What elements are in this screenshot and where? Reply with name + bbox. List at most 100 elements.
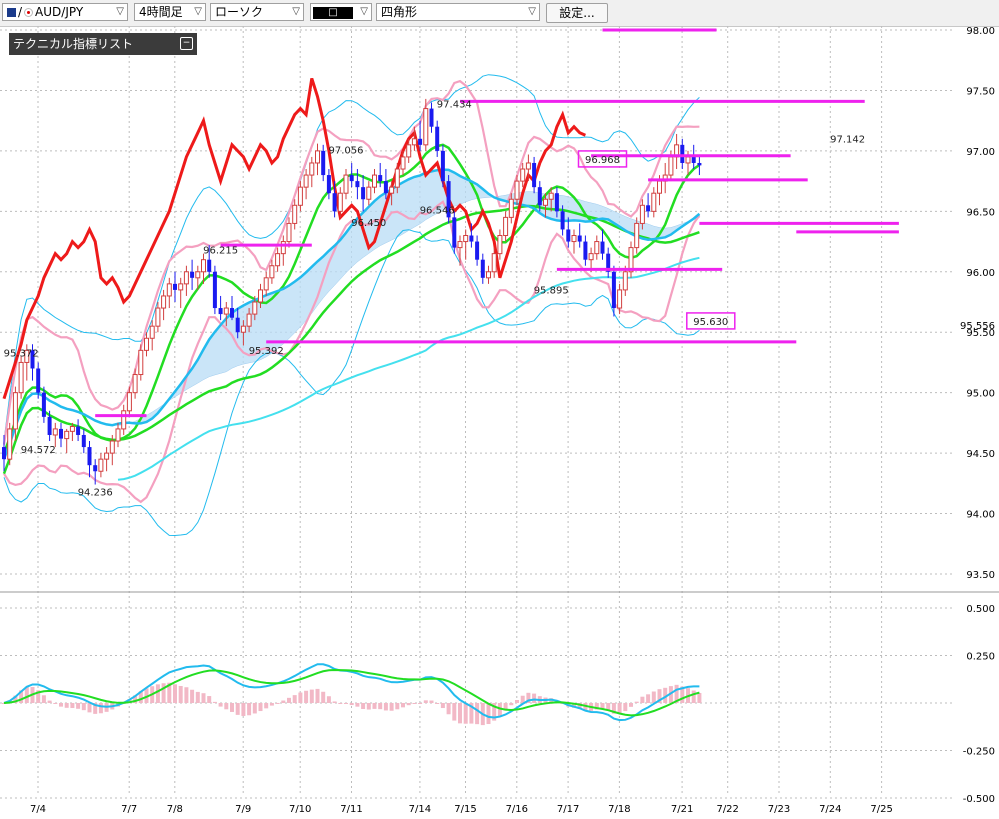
macd-histogram-bar [429,700,434,703]
macd-histogram-bar [207,696,212,703]
candle-body [394,168,400,188]
toolbar: / AUD/JPY ▽ 4時間足 ▽ ローソク ▽ □ ▽ 四角形 ▽ 設定... [0,0,999,27]
candle-body [59,428,63,439]
candle-body [651,192,657,212]
macd-histogram-bar [70,703,75,709]
candle-body [269,265,275,279]
chevron-down-icon: ▽ [116,6,124,17]
macd-histogram-bar [418,703,423,704]
drawing-tool-label: 四角形 [381,5,418,19]
candle-body [680,144,685,163]
candle-body [98,458,104,472]
macd-histogram-bar [338,703,343,704]
macd-histogram-bar [201,693,206,703]
macd-histogram-bar [59,703,63,707]
macd-histogram-bar [634,701,639,703]
candle-body [537,187,542,206]
macd-histogram-bar [326,696,331,703]
candle-body [292,204,298,224]
y-tick-label: 98.00 [966,26,995,37]
chart-type-select[interactable]: ローソク ▽ [210,3,304,21]
candle-body [349,175,354,182]
x-tick-label: 7/21 [671,804,693,815]
macd-panel [0,607,955,799]
candle-body [372,174,377,188]
candle-body [532,162,537,188]
candle-body [383,181,388,194]
price-chart[interactable]: 95.372 94.572 94.236 96.215 95.392 97.056 96.4… [0,26,999,819]
macd-histogram-bar [173,684,177,703]
macd-histogram-bar [440,703,445,709]
candle-body [423,108,429,146]
candle-body [93,465,98,472]
candle-body [343,174,349,194]
macd-histogram-bar [344,703,348,704]
candle-body [617,289,623,309]
timeframe-label: 4時間足 [139,5,183,19]
candle-body [275,253,281,267]
candle-body [263,277,269,291]
candle-body [212,271,217,309]
drawing-tool-select[interactable]: 四角形 ▽ [376,3,540,21]
candle-body [109,440,115,454]
candle-body [634,222,640,249]
macd-histogram-bar [423,700,428,703]
candle-body [429,108,434,127]
macd-histogram-bar [269,703,274,706]
candle-body [121,410,127,430]
candle-body [577,235,582,242]
candle-body [588,253,594,261]
candle-body [201,259,206,273]
x-tick-label: 7/7 [121,804,137,815]
candle-body [309,162,315,176]
candle-body [600,241,605,254]
candle-body [315,150,320,164]
indicator-list-panel[interactable]: テクニカル指標リスト − [9,33,197,55]
candle-body [611,271,616,309]
macd-histogram-bar [287,697,291,703]
timeframe-select[interactable]: 4時間足 ▽ [134,3,206,21]
candle-body [155,307,161,327]
candle-body [69,426,75,432]
macd-histogram-bar [366,703,371,710]
candle-body [435,126,440,151]
y-tick-label: 97.00 [966,147,995,158]
price-annotation: 97.142 [830,134,865,145]
x-tick-label: 7/8 [167,804,183,815]
y-tick-label: 96.00 [966,268,995,279]
currency-pair-select[interactable]: / AUD/JPY ▽ [2,3,128,21]
macd-histogram-bar [184,687,189,703]
collapse-icon[interactable]: − [180,37,193,50]
macd-histogram-bar [651,691,656,703]
candle-body [52,428,58,436]
candle-body [389,186,395,194]
candle-body [246,313,252,327]
candle-body [12,392,18,430]
macd-histogram-bar [321,691,326,703]
macd-histogram-bar [515,700,519,703]
candle-body [646,205,651,212]
last-price-label: 95.556 [960,321,995,332]
x-tick-label: 7/10 [289,804,311,815]
candle-body [560,211,565,230]
candle-body [583,241,588,260]
candle-body [525,162,531,170]
candle-body [303,174,309,188]
chevron-down-icon: ▽ [360,6,368,17]
x-tick-label: 7/24 [819,804,841,815]
candle-body [195,271,201,279]
macd-histogram-bar [252,703,257,714]
candle-body [503,216,509,237]
macd-histogram-bar [646,694,651,703]
macd-histogram-bar [247,703,252,716]
candle-body [332,193,337,212]
color-select[interactable]: □ ▽ [310,3,372,21]
settings-button[interactable]: 設定... [546,3,608,23]
candle-body [166,283,172,297]
macd-histogram-bar [361,703,366,709]
candle-body [514,180,520,200]
time-axis: 7/4 7/7 7/8 7/9 7/10 7/11 7/14 7/15 7/16 7/17 7/18… [30,804,893,815]
macd-histogram-bar [281,700,286,703]
chevron-down-icon: ▽ [194,6,202,17]
price-annotation: 96.546 [420,206,455,217]
